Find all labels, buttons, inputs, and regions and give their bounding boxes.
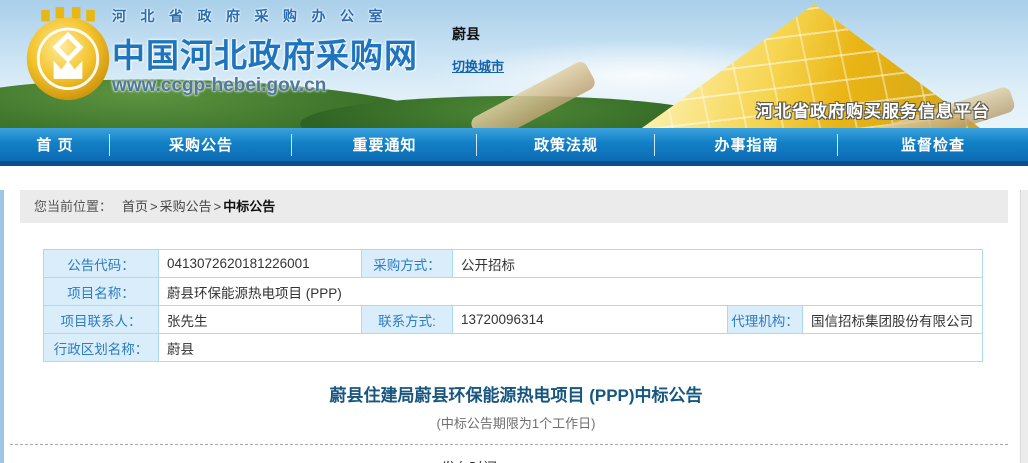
nav-item-home[interactable]: 首 页 bbox=[0, 128, 110, 161]
announcement-info-table: 公告代码： 0413072620181226001 采购方式： 公开招标 项目名… bbox=[43, 249, 983, 362]
publish-row: 发布时间：2018-12-26 bbox=[4, 458, 1028, 463]
nav-item-label: 首 页 bbox=[36, 134, 73, 155]
site-header: 河北省政府采购办公室 中国河北政府采购网 www.ccgp-hebei.gov.… bbox=[0, 0, 1028, 128]
city-block: 蔚县 切换城市 bbox=[452, 24, 504, 76]
office-name: 河北省政府采购办公室 bbox=[112, 6, 418, 26]
project-name-value: 蔚县环保能源热电项目 (PPP) bbox=[159, 278, 983, 306]
switch-city-link[interactable]: 切换城市 bbox=[452, 56, 504, 75]
nav-item-supervision-inspection[interactable]: 监督检查 bbox=[838, 128, 1028, 161]
contact-person-value: 张先生 bbox=[159, 306, 362, 334]
contact-phone-label: 联系方式: bbox=[362, 306, 453, 334]
nav-item-label: 政策法规 bbox=[534, 134, 598, 155]
breadcrumb-link-home[interactable]: 首页 bbox=[122, 199, 148, 214]
nav-item-procurement-announcements[interactable]: 采购公告 bbox=[110, 128, 292, 161]
nav-item-policies-regulations[interactable]: 政策法规 bbox=[477, 128, 655, 161]
procurement-method-label: 采购方式： bbox=[362, 250, 453, 278]
breadcrumb-prefix: 您当前位置： bbox=[34, 199, 112, 214]
site-name: 中国河北政府采购网 bbox=[112, 29, 418, 77]
platform-name: 河北省政府购买服务信息平台 bbox=[756, 97, 990, 122]
contact-phone-value: 13720096314 bbox=[453, 306, 728, 334]
district-value: 蔚县 bbox=[159, 334, 983, 362]
agency-label: 代理机构： bbox=[728, 306, 803, 334]
table-row: 公告代码： 0413072620181226001 采购方式： 公开招标 bbox=[44, 250, 983, 278]
main-navbar: 首 页 采购公告 重要通知 政策法规 办事指南 监督检查 bbox=[0, 128, 1028, 166]
dashed-divider bbox=[10, 444, 1008, 445]
announcement-title: 蔚县住建局蔚县环保能源热电项目 (PPP)中标公告 bbox=[4, 381, 1028, 406]
content-area: 您当前位置：首页>采购公告>中标公告 公告代码： 041307262018122… bbox=[0, 190, 1028, 463]
table-row: 项目名称： 蔚县环保能源热电项目 (PPP) bbox=[44, 278, 983, 306]
announcement-code-label: 公告代码： bbox=[44, 250, 159, 278]
site-title-block: 河北省政府采购办公室 中国河北政府采购网 www.ccgp-hebei.gov.… bbox=[112, 6, 418, 97]
breadcrumb-separator: > bbox=[214, 199, 222, 214]
site-url: www.ccgp-hebei.gov.cn bbox=[112, 75, 418, 97]
nav-item-label: 重要通知 bbox=[352, 134, 416, 155]
nav-item-label: 办事指南 bbox=[714, 134, 778, 155]
breadcrumb-link-procurement[interactable]: 采购公告 bbox=[160, 199, 212, 214]
district-label: 行政区划名称： bbox=[44, 334, 159, 362]
announcement-subtitle: (中标公告期限为1个工作日) bbox=[4, 413, 1028, 432]
nav-item-label: 采购公告 bbox=[169, 134, 233, 155]
nav-item-important-notices[interactable]: 重要通知 bbox=[292, 128, 477, 161]
nav-item-label: 监督检查 bbox=[901, 134, 965, 155]
procurement-method-value: 公开招标 bbox=[453, 250, 983, 278]
announcement-code-value: 0413072620181226001 bbox=[159, 250, 362, 278]
breadcrumb-separator: > bbox=[150, 199, 158, 214]
nav-item-service-guide[interactable]: 办事指南 bbox=[655, 128, 838, 161]
breadcrumb: 您当前位置：首页>采购公告>中标公告 bbox=[20, 190, 1008, 223]
project-name-label: 项目名称： bbox=[44, 278, 159, 306]
current-city-label: 蔚县 bbox=[452, 24, 504, 44]
agency-value: 国信招标集团股份有限公司 bbox=[803, 306, 983, 334]
table-row: 项目联系人： 张先生 联系方式: 13720096314 代理机构： 国信招标集… bbox=[44, 306, 983, 334]
breadcrumb-current: 中标公告 bbox=[223, 199, 275, 214]
site-logo-icon bbox=[22, 6, 114, 102]
navbar-inner: 首 页 采购公告 重要通知 政策法规 办事指南 监督检查 bbox=[0, 128, 1028, 161]
contact-person-label: 项目联系人： bbox=[44, 306, 159, 334]
table-row: 行政区划名称： 蔚县 bbox=[44, 334, 983, 362]
